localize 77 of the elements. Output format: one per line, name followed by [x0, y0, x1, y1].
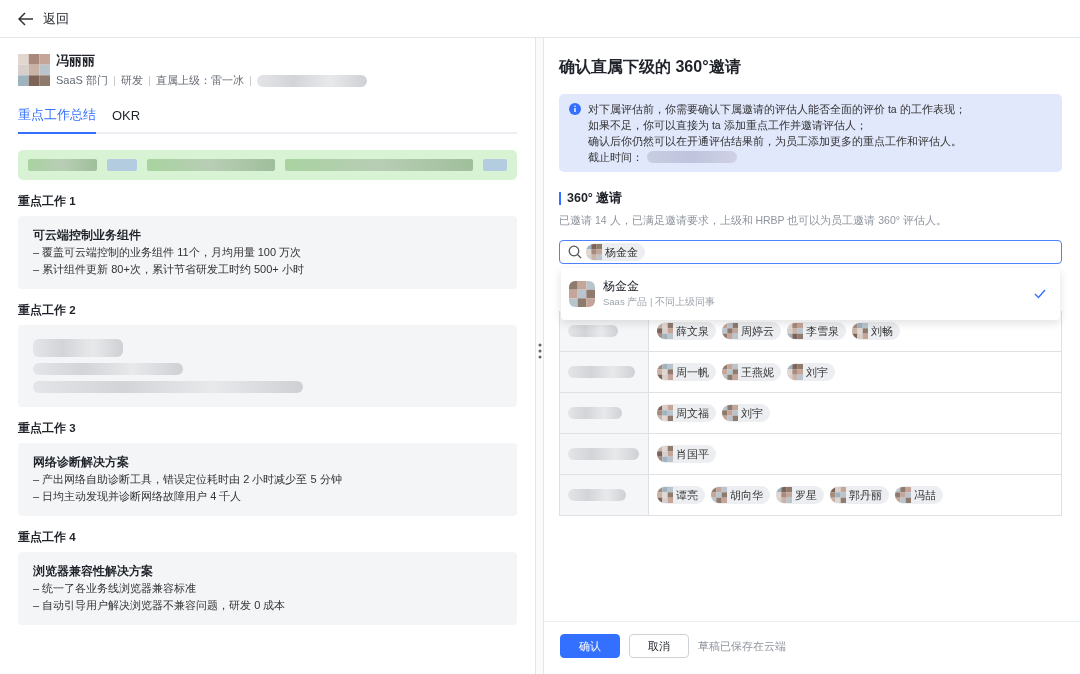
avatar-icon	[895, 487, 911, 503]
profile-meta: 研发	[120, 73, 143, 88]
work-item-title: 重点工作 1	[18, 194, 77, 208]
work-item-title: 重点工作 3	[18, 421, 77, 435]
redacted-text	[568, 489, 626, 501]
redacted-text	[568, 448, 639, 460]
avatar-icon	[657, 323, 673, 339]
redacted-text	[568, 325, 618, 337]
work-item-title: 重点工作 4	[18, 530, 77, 544]
option-detail: Saas 产品 | 不同上级同事	[603, 296, 717, 309]
person-chip[interactable]: 周婷云	[722, 322, 781, 340]
avatar-icon	[657, 364, 673, 380]
info-icon	[569, 103, 581, 115]
work-detail: – 统一了各业务线浏览器兼容标准	[33, 581, 198, 596]
person-chip[interactable]: 周一帆	[657, 363, 716, 381]
confirm-button[interactable]: 确认	[560, 634, 620, 658]
option-name: 杨金金	[603, 279, 640, 294]
redacted-text	[568, 366, 635, 378]
arrow-left-icon	[18, 11, 34, 26]
avatar-icon	[852, 323, 868, 339]
person-name: 冯丽丽	[56, 52, 96, 70]
avatar-icon	[722, 323, 738, 339]
person-chip[interactable]: 李雪泉	[787, 322, 846, 340]
notice-text: 对下属评估前，你需要确认下属邀请的评估人能否全面的评价 ta 的工作表现；	[588, 102, 966, 117]
avatar-icon	[586, 244, 602, 260]
deadline-label: 截止时间：	[588, 150, 643, 165]
drag-handle-icon[interactable]	[537, 343, 542, 359]
person-chip[interactable]: 刘宇	[787, 363, 835, 381]
work-heading: 可云端控制业务组件	[33, 228, 142, 243]
notice-text: 确认后你仍然可以在开通评估结果前，为员工添加更多的重点工作和评估人。	[588, 134, 963, 149]
work-detail: – 累计组件更新 80+次，累计节省研发工时约 500+ 小时	[33, 262, 305, 277]
work-detail: – 覆盖可云端控制的业务组件 11个，月均用量 100 万次	[33, 245, 303, 260]
person-chip[interactable]: 罗星	[776, 486, 824, 504]
avatar-icon	[830, 487, 846, 503]
search-field[interactable]: 杨金金	[559, 240, 1062, 264]
avatar-icon	[722, 364, 738, 380]
avatar-icon	[657, 487, 673, 503]
avatar-icon	[776, 487, 792, 503]
profile-meta: 直属上级：雷一冰	[155, 73, 244, 88]
avatar-icon	[711, 487, 727, 503]
person-chip[interactable]: 薛文泉	[657, 322, 716, 340]
person-chip[interactable]: 杨金金	[586, 243, 645, 261]
cancel-button[interactable]: 取消	[629, 634, 689, 658]
avatar-icon	[657, 446, 673, 462]
panel-title: 确认直属下级的 360°邀请	[559, 57, 742, 77]
search-icon	[568, 245, 582, 259]
work-heading: 浏览器兼容性解决方案	[33, 563, 154, 579]
section-description: 已邀请 14 人，已满足邀请要求，上级和 HRBP 也可以为员工邀请 360° 评估人。	[559, 214, 948, 228]
tab[interactable]: 重点工作总结	[18, 100, 96, 134]
save-status: 草稿已保存在云端	[698, 638, 786, 654]
avatar-icon	[787, 323, 803, 339]
section-title: 360° 邀请	[559, 192, 1062, 205]
person-chip[interactable]: 胡向华	[711, 486, 770, 504]
notice-text: 如果不足，你可以直接为 ta 添加重点工作并邀请评估人；	[588, 118, 868, 133]
avatar-icon	[569, 281, 595, 307]
work-item-title: 重点工作 2	[18, 303, 77, 317]
person-chip[interactable]: 刘畅	[852, 322, 900, 340]
redacted-text	[568, 407, 622, 419]
back-button[interactable]: 返回	[18, 9, 69, 28]
person-chip[interactable]: 王燕妮	[722, 363, 781, 381]
person-chip[interactable]: 刘宇	[722, 404, 770, 422]
profile-meta: SaaS 部门	[56, 73, 108, 88]
avatar-icon	[18, 54, 50, 86]
person-option[interactable]: 杨金金 Saas 产品 | 不同上级同事	[561, 268, 1060, 320]
person-chip[interactable]: 谭亮	[657, 486, 705, 504]
avatar-icon	[787, 364, 803, 380]
work-detail: – 日均主动发现并诊断网络故障用户 4 千人	[33, 489, 243, 504]
avatar-icon	[657, 405, 673, 421]
work-heading: 网络诊断解决方案	[33, 454, 130, 470]
tab[interactable]: OKR	[112, 100, 141, 134]
person-chip[interactable]: 冯喆	[895, 486, 943, 504]
person-chip[interactable]: 周文福	[657, 404, 716, 422]
work-detail: – 自动引导用户解决浏览器不兼容问题，研发 0 成本	[33, 598, 287, 613]
person-chip[interactable]: 郭丹丽	[830, 486, 889, 504]
avatar-icon	[722, 405, 738, 421]
work-detail: – 产出网络自助诊断工具，错误定位耗时由 2 小时减少至 5 分钟	[33, 472, 343, 487]
person-chip[interactable]: 肖国平	[657, 445, 716, 463]
